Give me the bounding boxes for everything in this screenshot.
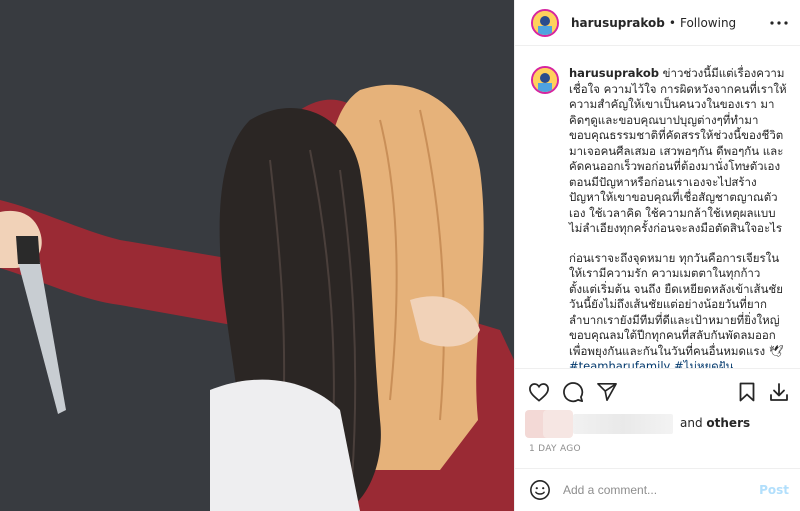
more-options-icon[interactable]	[769, 13, 789, 33]
post-button[interactable]: Post	[759, 483, 789, 497]
action-bar	[515, 368, 800, 412]
post-illustration	[0, 0, 514, 511]
post-timestamp[interactable]: 1 DAY AGO	[529, 444, 581, 454]
caption-username[interactable]: harusuprakob	[569, 66, 659, 80]
post-image[interactable]	[0, 0, 514, 511]
likes-row: and others	[515, 410, 800, 440]
caption-text: harusuprakob ข่าวช่วงนี้มีแต่เรื่องความเ…	[569, 66, 787, 368]
username-link[interactable]: harusuprakob	[571, 16, 665, 30]
caption-hashtags[interactable]: #teamharufamily #ไม่หยุดฝัน	[569, 359, 787, 368]
bookmark-icon[interactable]	[735, 380, 759, 404]
avatar[interactable]	[531, 8, 559, 37]
post-sidebar: harusuprakob • Following harusuprakob ข่…	[514, 0, 800, 511]
caption-area: harusuprakob ข่าวช่วงนี้มีแต่เรื่องความเ…	[515, 46, 800, 368]
caption-paragraph-1: ข่าวช่วงนี้มีแต่เรื่องความเชื่อใจ ความไว…	[569, 66, 787, 235]
caption-paragraph-2: ก่อนเราจะถึงจุดหมาย ทุกวันคือการเจียรในใ…	[569, 250, 787, 358]
comment-icon[interactable]	[561, 380, 585, 404]
liker-avatar[interactable]	[543, 410, 573, 438]
comment-box: Post	[515, 468, 800, 511]
paper-plane-icon[interactable]	[595, 380, 619, 404]
post-header: harusuprakob • Following	[515, 0, 800, 46]
likes-count[interactable]: and others	[680, 416, 750, 430]
heart-icon[interactable]	[527, 380, 551, 404]
following-button[interactable]: Following	[680, 16, 736, 30]
download-icon[interactable]	[767, 380, 791, 404]
separator-dot: •	[668, 15, 676, 30]
likes-others-label[interactable]: others	[706, 416, 750, 430]
smiley-icon[interactable]	[529, 479, 551, 501]
liker-name-redacted[interactable]	[573, 414, 673, 434]
likes-and-label: and	[680, 416, 703, 430]
comment-input[interactable]	[563, 483, 753, 497]
caption-avatar[interactable]	[531, 66, 559, 94]
